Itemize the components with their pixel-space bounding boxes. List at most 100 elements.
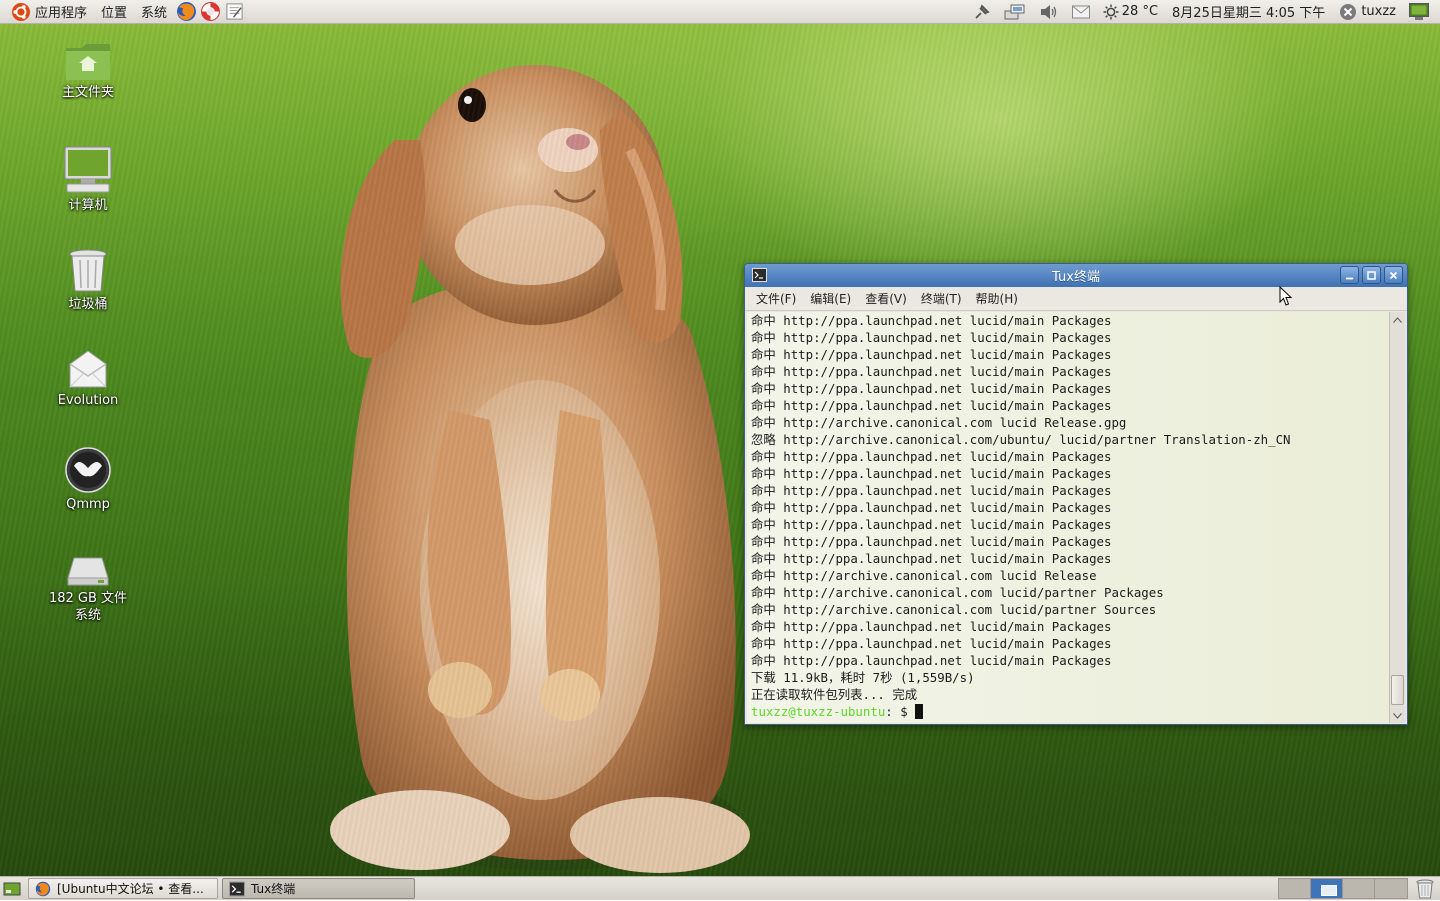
terminal-line: 命中 http://archive.canonical.com lucid/pa… <box>751 602 1157 617</box>
workspace-3[interactable] <box>1343 879 1375 898</box>
firefox-icon <box>176 2 196 21</box>
maximize-icon <box>1367 270 1376 280</box>
network-tray[interactable] <box>997 0 1033 24</box>
bottom-panel: [Ubuntu中文论坛 • 查看... Tux终端 <box>0 876 1440 900</box>
minimize-button[interactable] <box>1340 266 1359 284</box>
task-terminal[interactable]: Tux终端 <box>222 878 415 899</box>
applications-menu[interactable]: 应用程序 <box>4 0 94 24</box>
terminal-line: 命中 http://ppa.launchpad.net lucid/main P… <box>751 347 1112 362</box>
terminal-line: 命中 http://archive.canonical.com lucid Re… <box>751 415 1127 430</box>
terminal-line: 命中 http://ppa.launchpad.net lucid/main P… <box>751 449 1112 464</box>
menu-terminal[interactable]: 终端(T) <box>914 290 969 307</box>
pushpin-icon <box>975 3 990 19</box>
trash-icon <box>69 249 107 292</box>
terminal-line: 命中 http://ppa.launchpad.net lucid/main P… <box>751 313 1112 328</box>
desktop-icon-trash[interactable]: 垃圾桶 <box>38 248 138 313</box>
desktop-icon-home[interactable]: 主文件夹 <box>38 40 138 101</box>
task-label: Tux终端 <box>251 882 296 896</box>
terminal-scrollbar[interactable] <box>1389 312 1405 723</box>
lifebuoy-icon <box>200 2 220 21</box>
scroll-thumb[interactable] <box>1391 675 1404 705</box>
workspace-1[interactable] <box>1279 879 1311 898</box>
window-title: Tux终端 <box>1052 270 1100 285</box>
speaker-icon <box>1040 4 1056 19</box>
envelope-icon <box>1071 5 1090 18</box>
desktop-icon-evolution[interactable]: Evolution <box>38 348 138 409</box>
terminal-window[interactable]: Tux终端 文件(F) 编辑(E) 查看(V) 终端(T) 帮助(H) 命中 h… <box>744 263 1408 725</box>
show-desktop-button[interactable] <box>0 877 24 901</box>
user-name: tuxzz <box>1361 4 1396 19</box>
maximize-button[interactable] <box>1362 266 1381 284</box>
terminal-line: 下载 11.9kB，耗时 7秒 (1,559B/s) <box>751 670 975 685</box>
terminal-line: 命中 http://ppa.launchpad.net lucid/main P… <box>751 517 1112 532</box>
help-launcher[interactable] <box>199 1 221 23</box>
weather-tray[interactable]: 28 °C <box>1097 0 1164 24</box>
user-switcher[interactable]: tuxzz <box>1333 0 1402 24</box>
prompt-suffix: : $ <box>885 704 916 719</box>
terminal-menubar: 文件(F) 编辑(E) 查看(V) 终端(T) 帮助(H) <box>745 287 1407 311</box>
close-button[interactable] <box>1384 266 1403 284</box>
scroll-up-button[interactable] <box>1390 312 1405 327</box>
terminal-line: 命中 http://ppa.launchpad.net lucid/main P… <box>751 619 1112 634</box>
terminal-line: 命中 http://ppa.launchpad.net lucid/main P… <box>751 466 1112 481</box>
rabbit-photo <box>330 65 750 873</box>
terminal-prompt-line: tuxzz@tuxzz-ubuntu: $ <box>747 703 1389 720</box>
terminal-line: 忽略 http://archive.canonical.com/ubuntu/ … <box>751 432 1291 447</box>
session-tray[interactable] <box>1402 0 1436 24</box>
volume-tray[interactable] <box>1033 0 1065 24</box>
close-icon <box>1389 271 1398 279</box>
mail-tray[interactable] <box>1065 0 1097 24</box>
applications-menu-label: 应用程序 <box>35 6 88 21</box>
desktop-icon-label: Evolution <box>57 393 119 408</box>
workspace-2[interactable] <box>1311 879 1343 898</box>
trash-applet[interactable] <box>1414 878 1436 900</box>
desktop-icon-label: 182 GB 文件系统 <box>48 591 128 623</box>
firefox-launcher[interactable] <box>175 1 197 23</box>
sun-icon <box>1103 4 1119 19</box>
terminal-line: 命中 http://ppa.launchpad.net lucid/main P… <box>751 381 1112 396</box>
menu-view[interactable]: 查看(V) <box>858 290 914 307</box>
terminal-line: 命中 http://archive.canonical.com lucid Re… <box>751 568 1097 583</box>
terminal-icon <box>752 268 767 282</box>
desktop-icon-label: 垃圾桶 <box>68 297 108 312</box>
terminal-line: 命中 http://ppa.launchpad.net lucid/main P… <box>751 534 1112 549</box>
scroll-down-button[interactable] <box>1390 708 1405 723</box>
desktop-icon-qmmp[interactable]: Qmmp <box>38 446 138 513</box>
terminal-lines: 命中 http://ppa.launchpad.net lucid/main P… <box>747 312 1389 703</box>
clock-text: 8月25日星期三 4:05 下午 <box>1172 6 1326 21</box>
task-firefox[interactable]: [Ubuntu中文论坛 • 查看... <box>28 878 218 899</box>
places-menu[interactable]: 位置 <box>94 0 134 24</box>
clock[interactable]: 8月25日星期三 4:05 下午 <box>1164 0 1333 24</box>
text-cursor <box>915 704 924 719</box>
terminal-line: 命中 http://archive.canonical.com lucid/pa… <box>751 585 1164 600</box>
system-menu-label: 系统 <box>141 6 168 21</box>
trash-icon <box>1416 879 1434 898</box>
terminal-line: 命中 http://ppa.launchpad.net lucid/main P… <box>751 398 1112 413</box>
terminal-titlebar[interactable]: Tux终端 <box>745 264 1407 287</box>
prompt-user: tuxzz@tuxzz-ubuntu <box>751 704 886 719</box>
system-menu[interactable]: 系统 <box>134 0 174 24</box>
terminal-line: 正在读取软件包列表... 完成 <box>751 687 918 702</box>
desktop-icon-computer[interactable]: 计算机 <box>38 145 138 214</box>
desktop-icon-label: 主文件夹 <box>61 85 114 100</box>
ubuntu-logo-icon <box>12 2 30 21</box>
desktop-icon-filesystem[interactable]: 182 GB 文件系统 <box>38 552 138 624</box>
notes-launcher[interactable] <box>223 1 245 23</box>
mouse-pointer-icon <box>1279 286 1293 306</box>
menu-help[interactable]: 帮助(H) <box>969 290 1025 307</box>
computer-icon <box>64 146 112 193</box>
arrow-down-icon <box>1393 712 1402 719</box>
menu-edit[interactable]: 编辑(E) <box>803 290 858 307</box>
user-status-icon <box>1340 3 1357 20</box>
top-panel: 应用程序 位置 系统 28 °C 8月25日星期三 4:05 下午 tuxzz <box>0 0 1440 24</box>
workspace-switcher[interactable] <box>1278 878 1408 899</box>
terminal-icon <box>229 881 245 896</box>
menu-file[interactable]: 文件(F) <box>749 290 803 307</box>
qmmp-icon <box>65 447 111 493</box>
show-desktop-icon <box>3 882 21 895</box>
terminal-output[interactable]: 命中 http://ppa.launchpad.net lucid/main P… <box>747 312 1389 723</box>
places-menu-label: 位置 <box>101 6 128 21</box>
pin-tray[interactable] <box>967 0 997 24</box>
workspace-4[interactable] <box>1375 879 1407 898</box>
task-label: [Ubuntu中文论坛 • 查看... <box>57 882 204 896</box>
